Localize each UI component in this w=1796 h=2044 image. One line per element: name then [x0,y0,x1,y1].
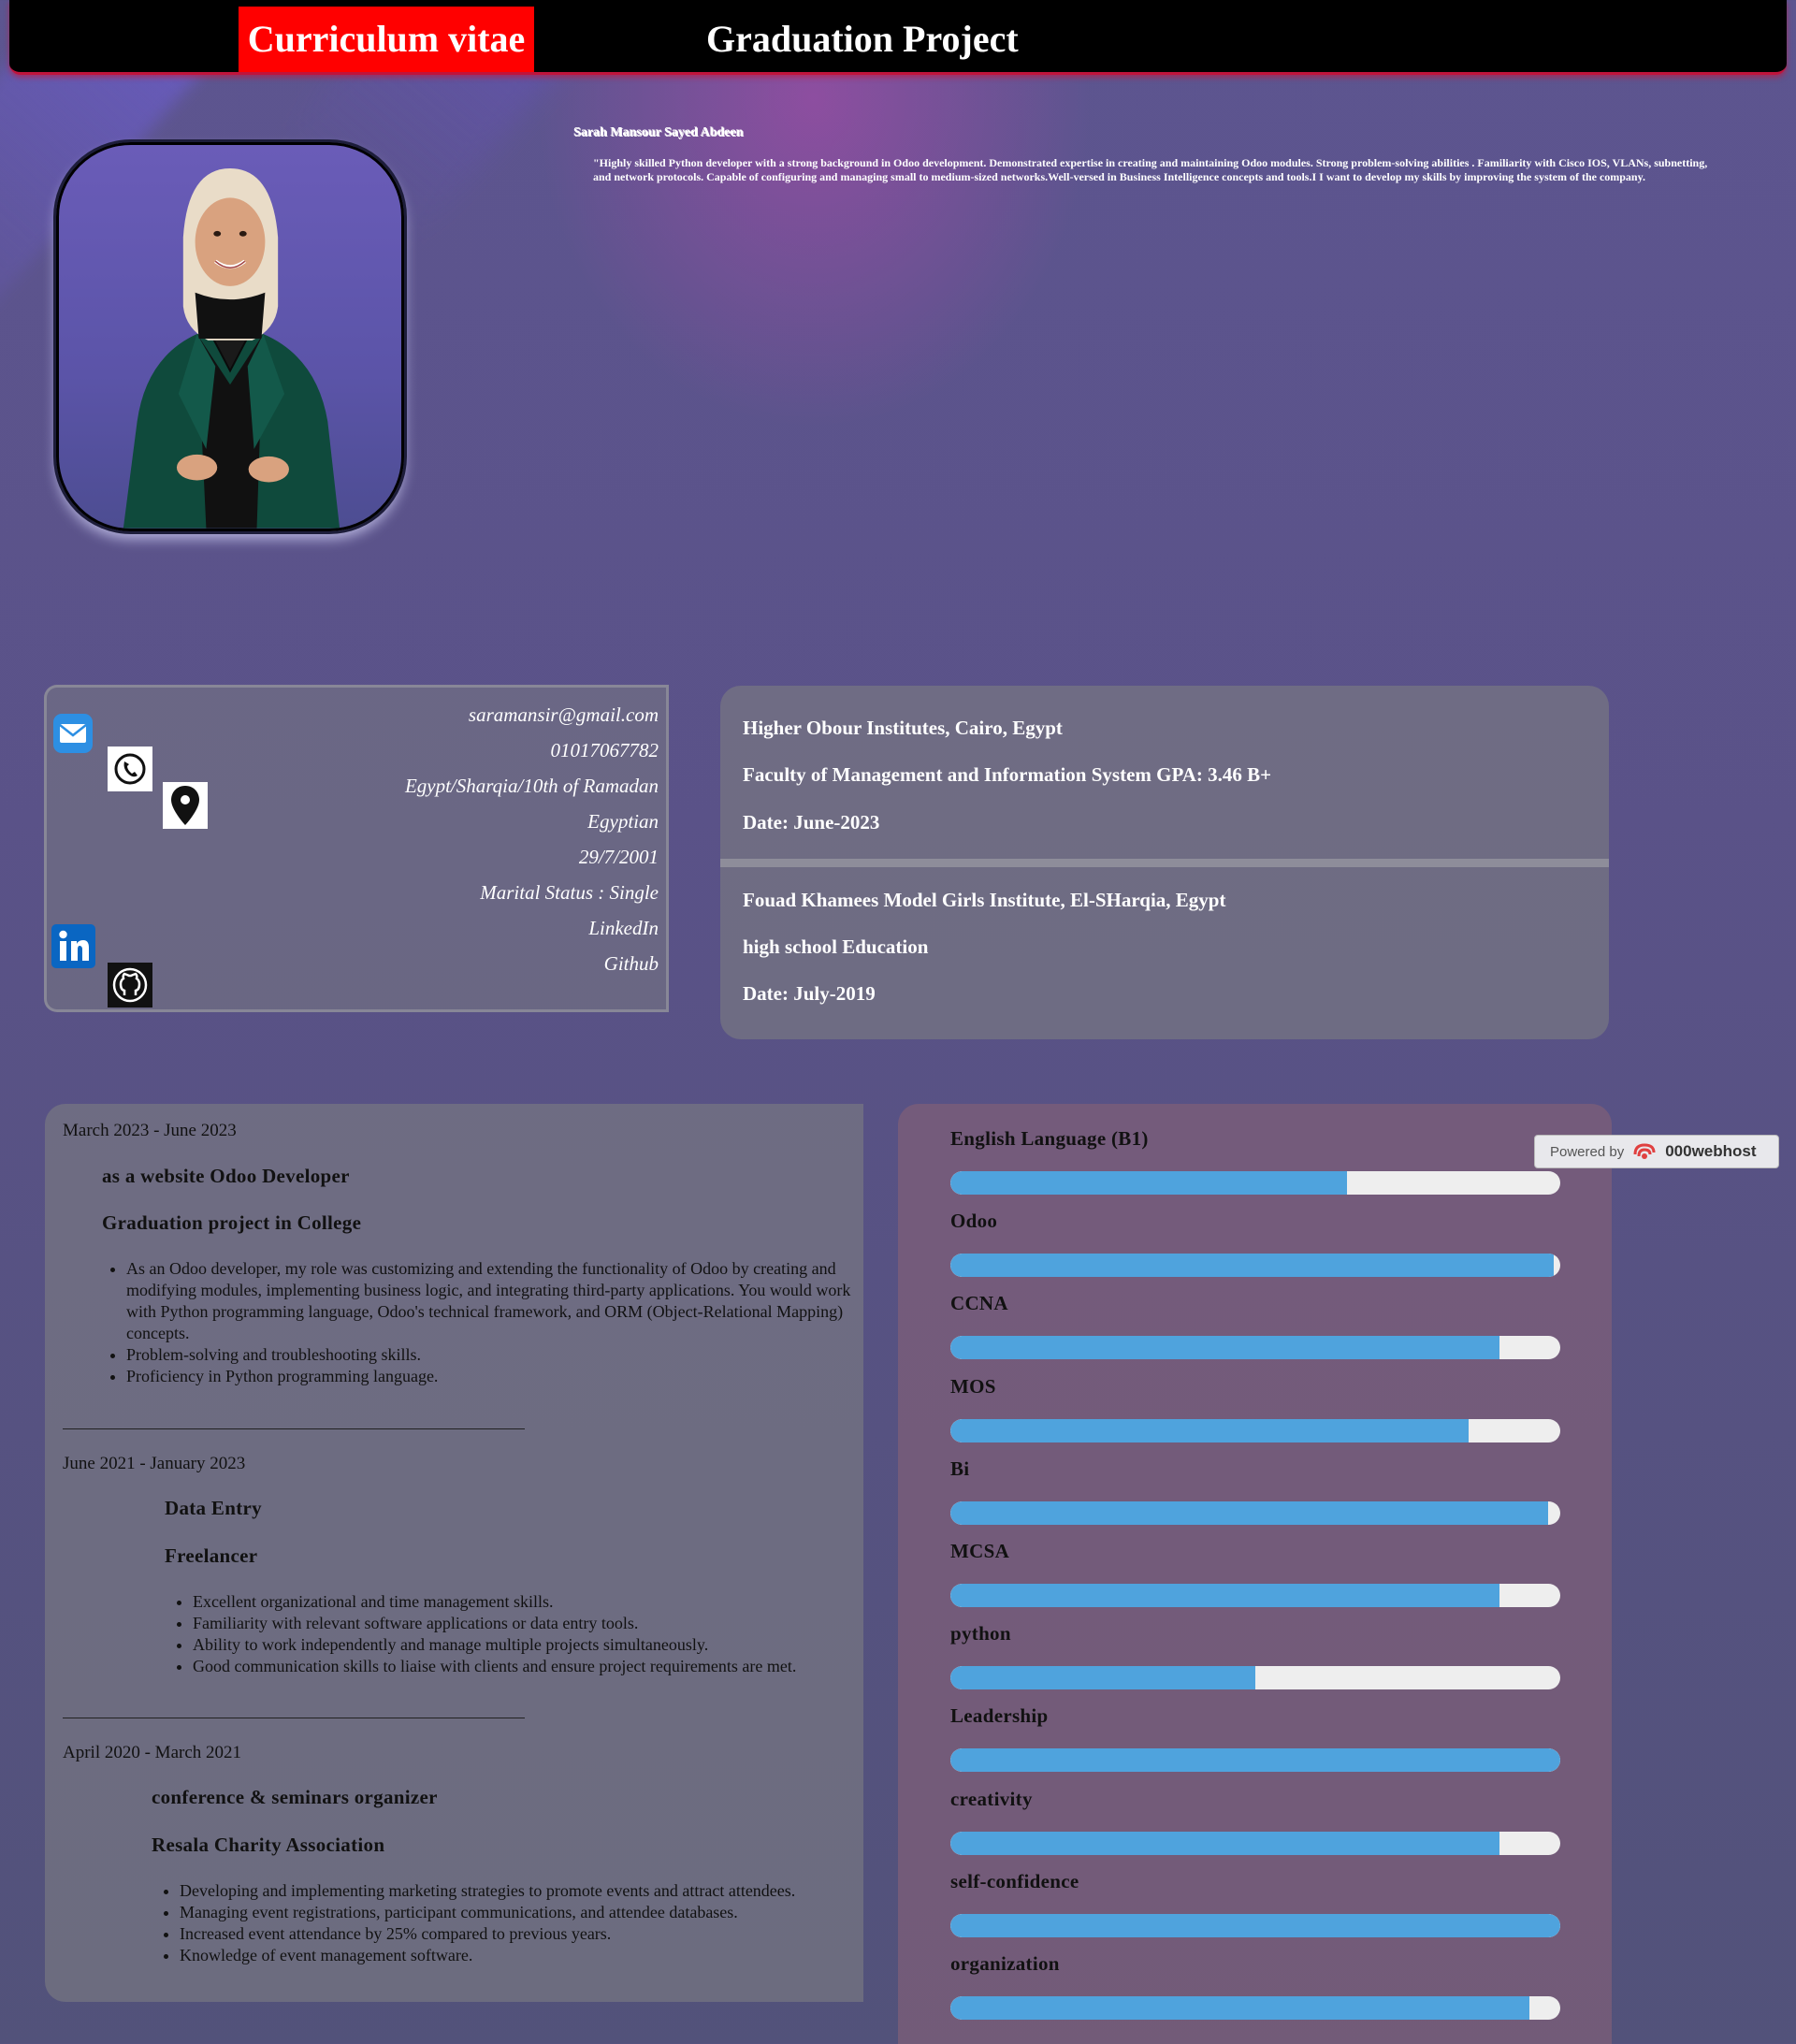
skill-label: organization [950,1952,1060,1975]
list-item: Familiarity with relevant software appli… [193,1613,868,1634]
address: Egypt/Sharqia/10th of Ramadan [404,775,659,797]
skill-label: Odoo [950,1210,998,1233]
candidate-name: Sarah Mansour Sayed Abdeen [573,125,744,139]
education-panel: Higher Obour Institutes, Cairo, Egypt Fa… [720,686,1609,1039]
education-detail: high school Education [743,935,929,958]
skill-label: creativity [950,1787,1033,1810]
skill-progress-fill [950,1666,1255,1690]
job-role: as a website Odoo Developer [102,1165,350,1187]
job-date: March 2023 - June 2023 [63,1121,237,1140]
github-icon[interactable] [108,963,152,1008]
birthdate: 29/7/2001 [578,846,659,868]
list-item: Excellent organizational and time manage… [193,1591,868,1613]
education-date: Date: July-2019 [743,982,876,1005]
skill-progress-fill [950,1500,1548,1525]
job-bullets: As an Odoo developer, my role was custom… [109,1258,858,1387]
skill-progress-bar [950,1171,1560,1195]
skill-progress-bar [950,1748,1560,1773]
job-organization: Freelancer [165,1544,258,1567]
skill-progress-bar [950,1666,1560,1690]
marital-status: Marital Status : Single [480,881,659,904]
skill-progress-fill [950,1418,1470,1442]
contact-panel: saramansir@gmail.com 01017067782 Egypt/S… [44,685,669,1012]
list-item: Increased event attendance by 25% compar… [180,1923,860,1945]
contact-details: saramansir@gmail.com 01017067782 Egypt/S… [405,697,659,981]
job-organization: Graduation project in College [102,1211,362,1234]
skill-label: self-confidence [950,1869,1079,1892]
skill-label: English Language (B1) [950,1127,1149,1150]
skill-label: MOS [950,1374,996,1398]
person-illustration [123,167,340,529]
skill-progress-fill [950,1584,1499,1607]
header-bar: Curriculum vitae Graduation Project [9,0,1787,75]
skill-label: Bi [950,1457,970,1480]
webhost-logo-icon [1633,1143,1656,1159]
skill-progress-bar [950,1831,1560,1855]
list-item: Problem-solving and troubleshooting skil… [126,1344,858,1366]
skill-label: CCNA [950,1292,1008,1315]
list-item: Managing event registrations, participan… [180,1902,860,1923]
skill-progress-fill [950,1336,1499,1360]
skills-panel: English Language (B1) Odoo CCNA MOS Bi MCSA py… [898,1104,1612,2044]
list-item: Proficiency in Python programming langua… [126,1366,858,1387]
job-role: Data Entry [165,1497,262,1519]
skill-progress-fill [950,1254,1555,1278]
list-item: Developing and implementing marketing st… [180,1880,860,1902]
list-item: Knowledge of event management software. [180,1945,860,1966]
list-item: As an Odoo developer, my role was custom… [126,1258,858,1344]
skill-progress-fill [950,1748,1560,1773]
skill-progress-fill [950,1913,1560,1937]
experience-panel: March 2023 - June 2023 as a website Odoo… [45,1104,863,2002]
skill-progress-fill [950,1996,1530,2020]
mail-icon[interactable] [52,713,94,754]
education-institution: Fouad Khamees Model Girls Institute, El-… [743,889,1226,911]
linkedin-link[interactable]: LinkedIn [405,910,659,946]
job-role: conference & seminars organizer [152,1786,438,1808]
phone-icon[interactable] [108,747,152,791]
education-date: Date: June-2023 [743,811,880,834]
nationality: Egyptian [587,810,659,833]
job-bullets: Excellent organizational and time manage… [176,1591,868,1677]
profile-summary: "Highly skilled Python developer with a … [593,156,1708,183]
skill-progress-fill [950,1171,1347,1195]
powered-by-badge[interactable]: Powered by 000webhost [1534,1135,1779,1168]
location-pin-icon[interactable] [163,782,208,829]
project-title[interactable]: Graduation Project [706,7,1019,72]
github-link[interactable]: Github [405,946,659,981]
list-item: Good communication skills to liaise with… [193,1656,868,1677]
profile-photo [56,142,404,531]
skill-progress-bar [950,1418,1560,1442]
job-bullets: Developing and implementing marketing st… [163,1880,860,1966]
skill-progress-bar [950,1996,1560,2020]
divider [720,859,1609,867]
education-detail: Faculty of Management and Information Sy… [743,763,1272,786]
skill-label: MCSA [950,1540,1010,1562]
skill-label: Leadership [950,1704,1049,1728]
email-link[interactable]: saramansir@gmail.com [405,697,659,732]
skill-progress-bar [950,1254,1560,1278]
phone-number[interactable]: 01017067782 [405,732,659,768]
skill-progress-bar [950,1913,1560,1937]
powered-brand: 000webhost [1665,1142,1757,1160]
job-organization: Resala Charity Association [152,1834,385,1856]
powered-prefix: Powered by [1550,1143,1625,1160]
list-item: Ability to work independently and manage… [193,1634,868,1656]
skill-label: python [950,1622,1011,1645]
education-institution: Higher Obour Institutes, Cairo, Egypt [743,717,1063,739]
divider [63,1428,525,1429]
skill-progress-bar [950,1500,1560,1525]
job-date: April 2020 - March 2021 [63,1743,242,1762]
skill-progress-bar [950,1584,1560,1607]
cv-title[interactable]: Curriculum vitae [239,7,534,72]
skill-progress-fill [950,1831,1499,1855]
skill-progress-bar [950,1336,1560,1360]
job-date: June 2021 - January 2023 [63,1454,246,1473]
linkedin-icon[interactable] [51,924,95,968]
